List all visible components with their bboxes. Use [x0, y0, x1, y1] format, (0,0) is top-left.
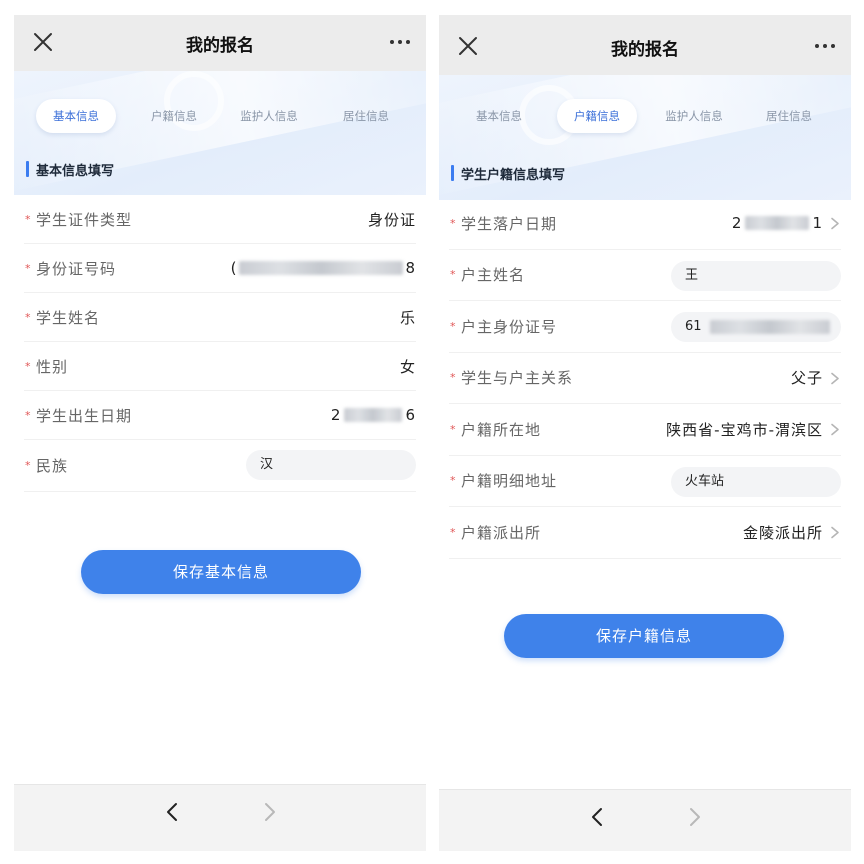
page-title: 我的报名 [186, 36, 254, 56]
required-mark: * [25, 212, 31, 226]
field-value: 女 [399, 357, 416, 376]
redacted-block [745, 216, 810, 231]
field-label: 民族 [36, 457, 69, 475]
field-birth-date[interactable]: * 学生出生日期 2 6 [24, 391, 416, 440]
field-label: 学生证件类型 [36, 210, 133, 229]
field-relationship[interactable]: * 学生与户主关系 父子 [449, 353, 841, 404]
required-mark: * [450, 474, 456, 488]
ethnicity-input[interactable]: 汉 [246, 450, 416, 480]
required-mark: * [25, 459, 31, 472]
required-mark: * [450, 422, 456, 436]
field-value: ( 8 [231, 244, 416, 292]
tab-household-info[interactable]: 户籍信息 [134, 99, 214, 133]
field-value: 陕西省-宝鸡市-渭滨区 [666, 420, 823, 439]
field-gender[interactable]: * 性别 女 [24, 342, 416, 391]
field-value: 身份证 [367, 210, 416, 229]
section-accent-bar [451, 165, 454, 181]
save-basic-info-button[interactable]: 保存基本信息 [81, 550, 361, 594]
redacted-block [239, 261, 404, 275]
tab-residence-info[interactable]: 居住信息 [749, 99, 829, 133]
field-label: 学生姓名 [36, 308, 101, 327]
value-start: 2 [731, 214, 743, 233]
field-label: 户籍明细地址 [461, 472, 558, 491]
chevron-right-icon [831, 217, 839, 230]
section-accent-bar [26, 161, 29, 177]
field-value: 2 1 [732, 198, 823, 249]
bottom-nav-bar [14, 784, 426, 851]
chevron-right-icon [831, 526, 839, 539]
required-mark: * [25, 310, 31, 324]
field-label: 学生落户日期 [461, 214, 558, 233]
field-label: 学生与户主关系 [461, 369, 574, 388]
value-end: 8 [405, 259, 416, 277]
householder-id-input[interactable]: 61 [671, 312, 841, 342]
chevron-left-icon[interactable] [164, 801, 180, 823]
required-mark: * [25, 359, 31, 373]
more-icon[interactable] [388, 31, 412, 53]
field-police-station[interactable]: * 户籍派出所 金陵派出所 [449, 507, 841, 559]
chevron-right-icon [831, 372, 839, 384]
value-start: 2 [330, 406, 342, 424]
chevron-right-icon[interactable] [262, 801, 278, 823]
field-label: 学生出生日期 [36, 406, 133, 425]
field-label: 性别 [36, 357, 69, 376]
section-title: 基本信息填写 [36, 164, 115, 179]
field-value: 2 6 [331, 391, 416, 439]
tab-basic-info[interactable]: 基本信息 [459, 99, 539, 133]
field-label: 户主身份证号 [461, 317, 558, 336]
field-label: 户主姓名 [461, 266, 526, 285]
value-end: 6 [405, 406, 416, 424]
field-label: 户籍派出所 [461, 523, 542, 542]
bottom-nav-bar [439, 789, 851, 851]
field-householder-id[interactable]: * 户主身份证号 61 [449, 301, 841, 353]
required-mark: * [450, 216, 456, 230]
chevron-left-icon[interactable] [589, 806, 605, 828]
save-household-info-button[interactable]: 保存户籍信息 [504, 614, 784, 658]
field-label: 身份证号码 [36, 259, 117, 278]
more-icon[interactable] [813, 35, 837, 57]
basic-info-form: * 学生证件类型 身份证 * 身份证号码 ( 8 * 学生姓名 乐 * 性别 女… [14, 195, 426, 492]
top-bar: 我的报名 [14, 15, 426, 71]
householder-name-input[interactable]: 王 [671, 260, 841, 291]
tab-guardian-info[interactable]: 监护人信息 [226, 99, 312, 133]
required-mark: * [25, 408, 31, 422]
tab-household-info[interactable]: 户籍信息 [557, 99, 637, 133]
redacted-block [709, 319, 830, 334]
required-mark: * [25, 261, 31, 275]
field-value: 乐 [399, 308, 416, 327]
value-start: 61 [685, 319, 702, 334]
field-ethnicity[interactable]: * 民族 汉 [24, 440, 416, 492]
section-title: 学生户籍信息填写 [461, 168, 566, 183]
detailed-address-input[interactable]: 火车站 [671, 466, 841, 497]
tab-basic-info[interactable]: 基本信息 [36, 99, 116, 133]
page-title: 我的报名 [611, 40, 679, 60]
field-student-name[interactable]: * 学生姓名 乐 [24, 293, 416, 342]
field-value: 父子 [790, 369, 823, 388]
tab-residence-info[interactable]: 居住信息 [326, 99, 406, 133]
basic-info-screen: 我的报名 基本信息 户籍信息 监护人信息 居住信息 基本信息填写 * 学生证件类… [14, 15, 426, 851]
value-end: 1 [812, 214, 823, 233]
field-value: 金陵派出所 [742, 523, 823, 542]
tab-guardian-info[interactable]: 监护人信息 [651, 99, 737, 133]
field-id-type[interactable]: * 学生证件类型 身份证 [24, 195, 416, 244]
field-registration-location[interactable]: * 户籍所在地 陕西省-宝鸡市-渭滨区 [449, 404, 841, 456]
tab-bar: 基本信息 户籍信息 监护人信息 居住信息 [14, 99, 426, 133]
tab-bar: 基本信息 户籍信息 监护人信息 居住信息 [439, 99, 851, 133]
top-bar: 我的报名 [439, 15, 851, 75]
household-info-screen: 我的报名 基本信息 户籍信息 监护人信息 居住信息 学生户籍信息填写 * 学生落… [439, 15, 851, 851]
household-info-form: * 学生落户日期 2 1 * 户主姓名 王 * 户主身份证号 61 * 学生与户… [439, 198, 851, 559]
required-mark: * [450, 371, 456, 385]
field-id-number[interactable]: * 身份证号码 ( 8 [24, 244, 416, 293]
required-mark: * [450, 319, 456, 333]
chevron-right-icon [831, 423, 839, 436]
redacted-block [344, 408, 403, 422]
field-detailed-address[interactable]: * 户籍明细地址 火车站 [449, 456, 841, 507]
field-registration-date[interactable]: * 学生落户日期 2 1 [449, 198, 841, 250]
field-householder-name[interactable]: * 户主姓名 王 [449, 250, 841, 301]
chevron-right-icon[interactable] [687, 806, 703, 828]
required-mark: * [450, 268, 456, 282]
field-label: 户籍所在地 [461, 420, 542, 439]
value-start: ( [230, 259, 238, 277]
required-mark: * [450, 525, 456, 539]
